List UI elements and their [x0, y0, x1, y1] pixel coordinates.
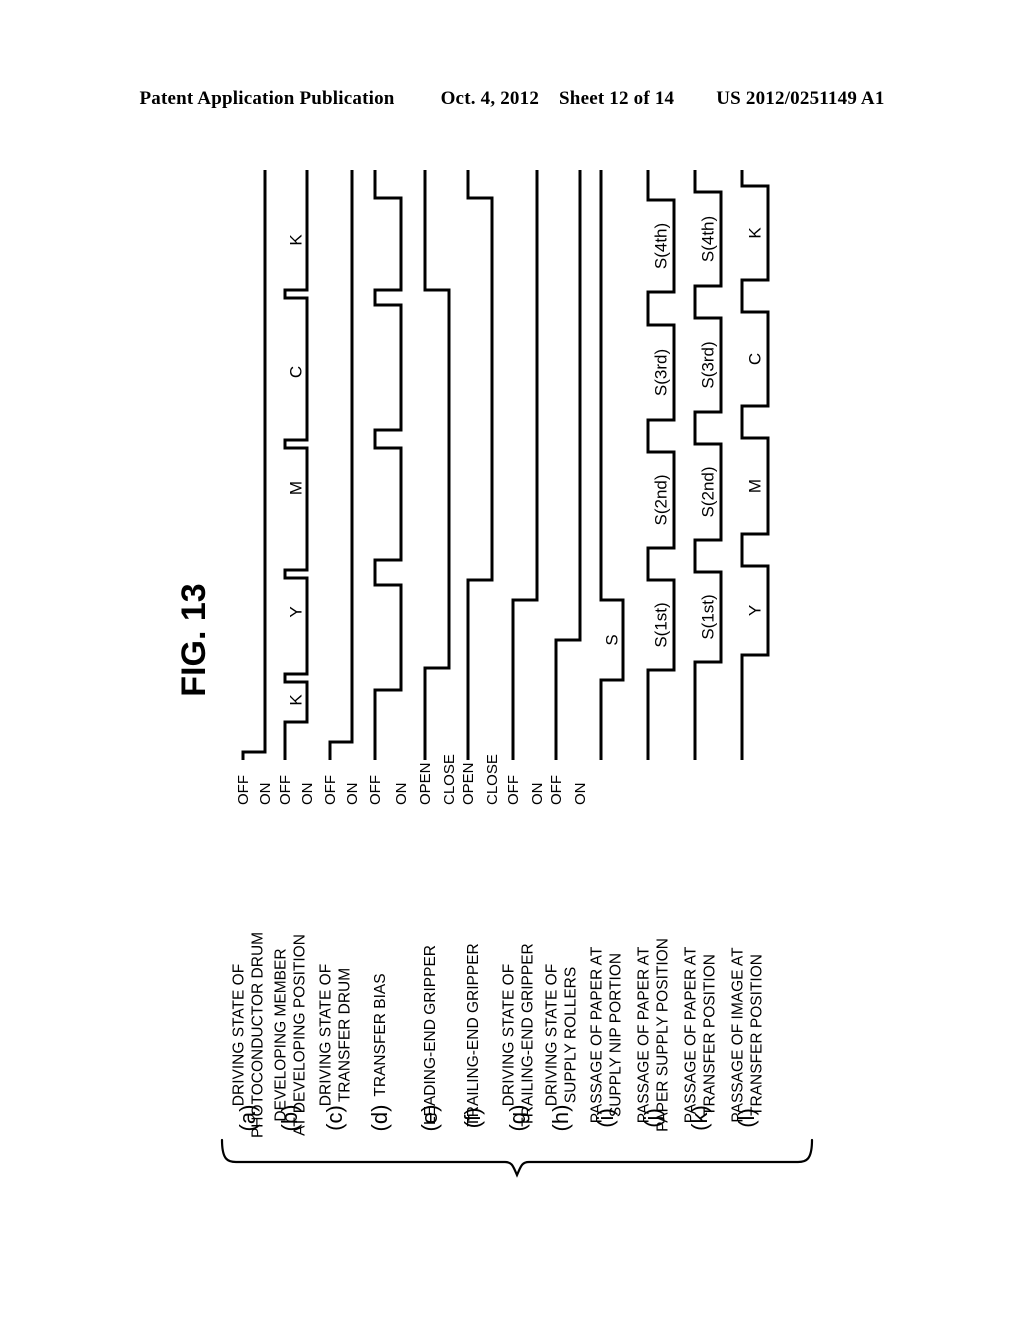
- grouping-brace: [220, 1138, 814, 1178]
- row-label-c-line0: DRIVING STATE OF: [318, 964, 335, 1106]
- row-label-f-line0: TRAILING-END GRIPPER: [465, 943, 482, 1126]
- waveform-e: [423, 170, 451, 760]
- axis-label-low-a: OFF: [235, 775, 252, 805]
- waveform-tracks-group: K Y M C K S S(1st) S(2nd) S(3rd) S(4th) S(1st) S(2n…: [241, 170, 770, 760]
- segment-label-j-0: S(1st): [651, 602, 670, 647]
- row-label-d-line0: TRANSFER BIAS: [372, 973, 389, 1096]
- row-label-g-line0: DRIVING STATE OF: [501, 964, 518, 1106]
- axis-label-high-h: ON: [572, 783, 589, 806]
- waveform-a: [241, 170, 267, 760]
- axis-label-high-f: CLOSE: [484, 754, 501, 805]
- segment-label-b-2: M: [286, 481, 305, 495]
- axis-label-low-g: OFF: [505, 775, 522, 805]
- segment-label-k-2: S(3rd): [698, 341, 717, 388]
- row-labels-group: DRIVING STATE OF PHOTOCONDUCTOR DRUM DEVEL…: [231, 932, 766, 1138]
- segment-label-j-1: S(2nd): [651, 474, 670, 525]
- row-key-j: (j): [640, 1108, 665, 1128]
- row-label-g-line1: TRAILING-END GRIPPER: [520, 943, 537, 1126]
- row-label-b-line0: DEVELOPING MEMBER: [273, 948, 290, 1121]
- axis-label-high-a: ON: [257, 783, 274, 806]
- waveform-l: [740, 170, 770, 760]
- segment-label-k-0: S(1st): [698, 594, 717, 639]
- axis-label-high-g: ON: [529, 783, 546, 806]
- row-key-e: (e): [417, 1105, 442, 1132]
- axis-label-low-c: OFF: [322, 775, 339, 805]
- axis-label-high-d: ON: [393, 783, 410, 806]
- row-key-h: (h): [548, 1105, 573, 1132]
- segment-label-j-3: S(4th): [651, 223, 670, 269]
- row-label-k-line1: TRANSFER POSITION: [702, 954, 719, 1116]
- waveform-b: [283, 170, 309, 760]
- row-label-h-line0: DRIVING STATE OF: [544, 964, 561, 1106]
- waveform-i: [599, 170, 625, 760]
- axis-label-high-b: ON: [299, 783, 316, 806]
- row-label-i-line0: PASSAGE OF PAPER AT: [589, 946, 606, 1123]
- segment-label-k-1: S(2nd): [698, 466, 717, 517]
- row-label-j-line1: PAPER SUPPLY POSITION: [655, 938, 672, 1132]
- waveform-c: [328, 170, 354, 760]
- axis-label-low-h: OFF: [548, 775, 565, 805]
- row-key-i: (i): [593, 1108, 618, 1128]
- axis-label-high-c: ON: [344, 783, 361, 806]
- segment-label-l-0: Y: [745, 605, 764, 616]
- row-key-c: (c): [322, 1105, 347, 1131]
- segment-label-b-0: K: [286, 694, 305, 706]
- axis-label-low-d: OFF: [367, 775, 384, 805]
- row-label-l-line0: PASSAGE OF IMAGE AT: [730, 947, 747, 1123]
- timing-diagram-svg: FIG. 13 K Y M C K S S(1st) S(2nd) S(3rd) S(4th) S(…: [175, 170, 814, 1178]
- waveform-d: [373, 170, 403, 760]
- segment-label-b-3: C: [286, 366, 305, 378]
- axis-label-low-f: OPEN: [460, 762, 477, 805]
- segment-label-k-3: S(4th): [698, 216, 717, 262]
- axis-labels-group: ONOFF ONOFF ONOFF ONOFF CLOSEOPEN CLOSEOPEN ON…: [235, 754, 589, 805]
- waveform-h: [554, 170, 582, 760]
- figure-13: FIG. 13 K Y M C K S S(1st) S(2nd) S(3rd) S(4th) S(…: [0, 0, 1024, 1320]
- row-keys-group: (a) (b) (c) (d) (e) (f) (g) (h) (i) (j) (k) (l): [235, 1105, 759, 1132]
- row-key-k: (k): [687, 1105, 712, 1131]
- segment-label-j-2: S(3rd): [651, 349, 670, 396]
- waveform-f: [466, 170, 494, 760]
- row-label-a-line0: DRIVING STATE OF: [231, 964, 248, 1106]
- axis-label-low-e: OPEN: [417, 762, 434, 805]
- row-key-f: (f): [460, 1108, 485, 1129]
- axis-label-low-b: OFF: [277, 775, 294, 805]
- segment-label-l-2: C: [745, 353, 764, 365]
- row-label-k-line0: PASSAGE OF PAPER AT: [683, 946, 700, 1123]
- segment-label-b-1: Y: [286, 606, 305, 617]
- segment-label-l-1: M: [745, 479, 764, 493]
- grouping-brace-group: [220, 1138, 814, 1178]
- row-label-i-line1: SUPPLY NIP PORTION: [608, 953, 625, 1117]
- waveform-g: [511, 170, 539, 760]
- row-key-b: (b): [277, 1105, 302, 1132]
- row-key-g: (g): [505, 1105, 530, 1132]
- row-label-j-line0: PASSAGE OF PAPER AT: [636, 946, 653, 1123]
- row-key-l: (l): [734, 1108, 759, 1128]
- row-label-e-line0: LEADING-END GRIPPER: [422, 945, 439, 1125]
- row-label-h-line1: SUPPLY ROLLERS: [563, 967, 580, 1103]
- axis-label-high-e: CLOSE: [441, 754, 458, 805]
- segment-label-l-3: K: [745, 227, 764, 239]
- segment-label-b-4: K: [286, 234, 305, 246]
- row-key-d: (d): [367, 1105, 392, 1132]
- figure-title: FIG. 13: [175, 583, 213, 696]
- segment-label-i-0: S: [602, 634, 621, 645]
- row-key-a: (a): [235, 1105, 260, 1132]
- row-label-c-line1: TRANSFER DRUM: [337, 968, 354, 1102]
- figure-title-group: FIG. 13: [175, 583, 213, 696]
- row-label-l-line1: TRANSFER POSITION: [749, 954, 766, 1116]
